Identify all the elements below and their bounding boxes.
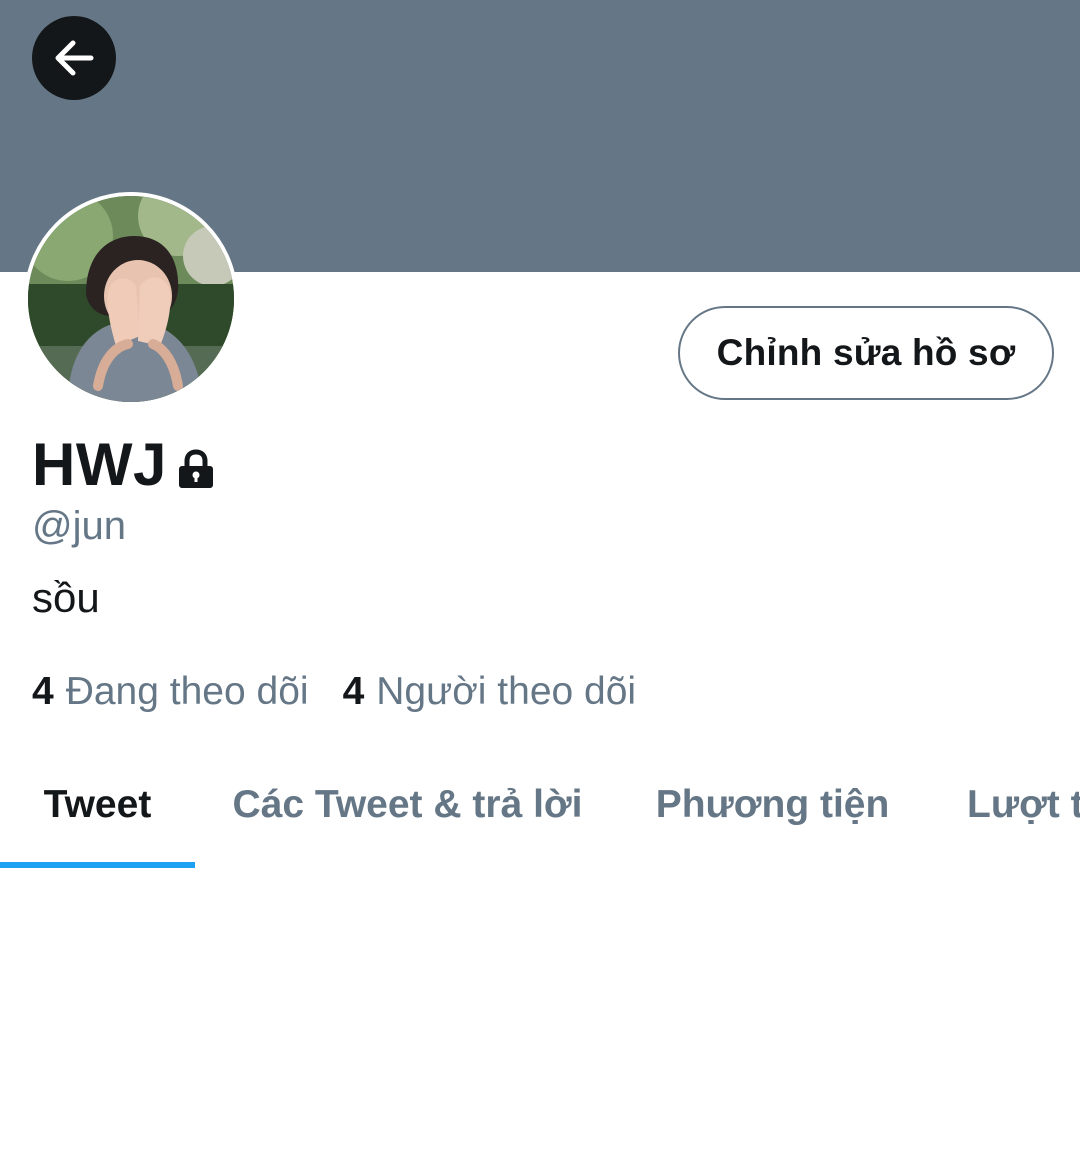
followers-label: Người theo dõi — [376, 670, 637, 713]
following-link[interactable]: 4 Đang theo dõi — [32, 666, 309, 718]
display-name: HWJ — [32, 431, 167, 498]
followers-link[interactable]: 4 Người theo dõi — [343, 666, 637, 718]
profile-tabs: Tweet Các Tweet & trả lời Phương tiện Lư… — [0, 740, 1080, 870]
name-row: HWJ — [32, 430, 217, 500]
back-button[interactable] — [32, 16, 116, 100]
profile-page: Chỉnh sửa hồ sơ HWJ @jun sồu 4 Đang theo… — [0, 0, 1080, 1155]
avatar[interactable] — [24, 192, 238, 406]
tab-tweets[interactable]: Tweet — [0, 740, 195, 870]
arrow-left-icon — [51, 35, 97, 81]
follow-stats: 4 Đang theo dõi 4 Người theo dõi — [32, 666, 636, 718]
tab-media[interactable]: Phương tiện — [620, 740, 925, 870]
user-handle: @jun — [32, 504, 126, 548]
lock-icon — [175, 448, 217, 490]
tab-likes[interactable]: Lượt thích — [925, 740, 1080, 870]
profile-bio: sồu — [32, 574, 100, 621]
following-label: Đang theo dõi — [65, 670, 309, 713]
following-count: 4 — [32, 670, 54, 713]
edit-profile-button[interactable]: Chỉnh sửa hồ sơ — [678, 306, 1054, 400]
tab-tweets-and-replies[interactable]: Các Tweet & trả lời — [195, 740, 620, 870]
active-tab-indicator — [0, 862, 195, 868]
followers-count: 4 — [342, 670, 365, 713]
